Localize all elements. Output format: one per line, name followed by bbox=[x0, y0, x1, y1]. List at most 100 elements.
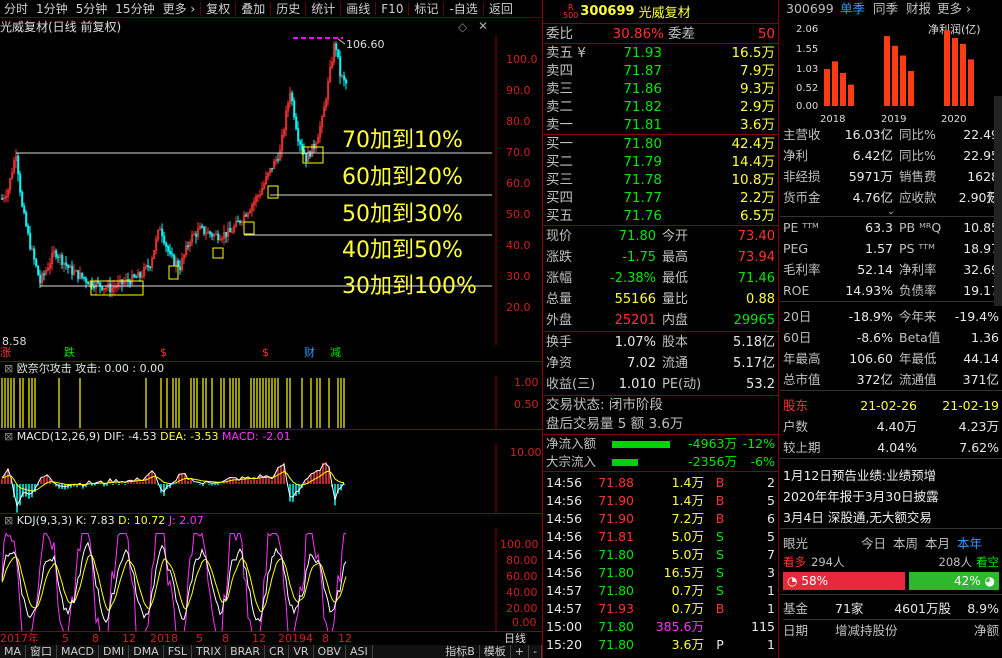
tab-month[interactable]: 本月 bbox=[925, 533, 957, 554]
tab-5min[interactable]: 5分钟 bbox=[72, 0, 112, 17]
ask-row[interactable]: 卖二 71.82 2.9万 bbox=[546, 98, 775, 116]
candle-body bbox=[109, 283, 112, 293]
trade-row: 14:56 71.81 5.0万 S 5 bbox=[546, 528, 775, 546]
mark-button[interactable]: 标记 bbox=[410, 0, 442, 17]
event-rise[interactable]: 涨 bbox=[0, 346, 11, 360]
overlay-button[interactable]: 叠加 bbox=[237, 0, 269, 17]
tab-macd[interactable]: MACD bbox=[57, 645, 99, 658]
event-reduce[interactable]: 减 bbox=[330, 346, 341, 360]
ask-price: 71.93 bbox=[623, 45, 662, 61]
tab-fsl[interactable]: FSL bbox=[164, 645, 192, 658]
gear-icon[interactable]: ⊠ bbox=[4, 362, 13, 375]
news-item[interactable]: 3月4日 深股通,无大额交易 bbox=[783, 507, 999, 528]
tab-cr[interactable]: CR bbox=[265, 645, 290, 658]
candle-body bbox=[149, 266, 152, 269]
separator bbox=[305, 2, 307, 15]
macd-panel[interactable]: ⊠ MACD(12,26,9) DIF: -4.53 DEA: -3.53 MA… bbox=[0, 429, 542, 513]
event-finance[interactable]: 财 bbox=[304, 346, 315, 360]
candle-body bbox=[297, 128, 300, 142]
tab-dmi[interactable]: DMI bbox=[99, 645, 130, 658]
zoom-in-button[interactable]: + bbox=[511, 645, 530, 658]
bear-bar[interactable]: 42% ◕ bbox=[909, 572, 999, 590]
tab-report[interactable]: 财报 bbox=[906, 0, 931, 18]
remove-watchlist-button[interactable]: -自选 bbox=[445, 0, 481, 17]
trade-row: 14:56 71.88 1.4万 B 2 bbox=[546, 474, 775, 492]
tab-obv[interactable]: OBV bbox=[314, 645, 346, 658]
tab-dma[interactable]: DMA bbox=[129, 645, 164, 658]
draw-line-button[interactable]: 画线 bbox=[342, 0, 374, 17]
bid-row[interactable]: 买三 71.78 10.8万 bbox=[546, 171, 775, 189]
tab-week[interactable]: 本周 bbox=[893, 533, 925, 554]
ask-row[interactable]: 卖四 71.87 7.9万 bbox=[546, 62, 775, 80]
period-label[interactable]: 日线 bbox=[504, 632, 526, 646]
gear-icon[interactable]: ⊠ bbox=[4, 430, 13, 443]
scrollbar[interactable] bbox=[994, 96, 1002, 306]
trade-price: 71.90 bbox=[598, 511, 634, 526]
candle-body bbox=[187, 245, 190, 247]
kdj-panel[interactable]: ⊠ KDJ(9,3,3) K: 7.83 D: 10.72 J: 2.07 10… bbox=[0, 513, 542, 631]
bid-row[interactable]: 买二 71.79 14.4万 bbox=[546, 153, 775, 171]
performance-label: 今年来 bbox=[898, 309, 937, 324]
bid-row[interactable]: 买一 71.80 42.4万 bbox=[546, 135, 775, 153]
expand-chevron-icon[interactable]: ⌄ bbox=[780, 208, 1002, 217]
weibi-row: 委比 30.86% 委差 50 bbox=[543, 24, 778, 44]
tab-brar[interactable]: BRAR bbox=[226, 645, 266, 658]
ask-row[interactable]: 卖一 71.81 3.6万 bbox=[546, 116, 775, 134]
tab-15min[interactable]: 15分钟 bbox=[111, 0, 158, 17]
f10-button[interactable]: F10 bbox=[377, 0, 407, 17]
more-periods-button[interactable]: 更多 › bbox=[159, 0, 200, 17]
event-fall[interactable]: 跌 bbox=[64, 346, 75, 360]
news-item[interactable]: 2020年年报于3月30日披露 bbox=[783, 486, 999, 507]
candle-body bbox=[161, 228, 164, 237]
bid-row[interactable]: 买四 71.77 2.2万 bbox=[546, 189, 775, 207]
tab-trix[interactable]: TRIX bbox=[192, 645, 227, 658]
event-dividend[interactable]: $ bbox=[262, 346, 269, 360]
more-button[interactable]: 更多 › bbox=[937, 0, 971, 18]
ask-label: 卖二 bbox=[546, 99, 573, 115]
history-button[interactable]: 历史 bbox=[272, 0, 304, 17]
tab-indicator-b[interactable]: 指标B bbox=[441, 645, 480, 658]
bid-volume: 2.2万 bbox=[740, 190, 775, 206]
net-inflow-pct: -12% bbox=[742, 436, 775, 451]
ocaer-bars bbox=[1, 378, 345, 428]
performance-label: 总市值 bbox=[783, 372, 821, 387]
tab-fenshi[interactable]: 分时 bbox=[0, 0, 32, 17]
time-tick: 2017年 bbox=[0, 632, 39, 645]
tab-template[interactable]: 模板 bbox=[480, 645, 511, 658]
trade-volume: 3.6万 bbox=[671, 637, 704, 652]
valuation-value: 52.14 bbox=[857, 262, 893, 277]
tab-ma[interactable]: MA bbox=[0, 645, 27, 658]
stats-button[interactable]: 统计 bbox=[307, 0, 339, 17]
bid-row[interactable]: 买五 71.76 6.5万 bbox=[546, 207, 775, 225]
bull-bar[interactable]: ◔ 58% bbox=[783, 572, 906, 590]
kline-chart[interactable]: 106.60 100.0 90.0 80.0 70.0 60.0 50.0 40… bbox=[0, 35, 542, 345]
ocaer-panel[interactable]: ⊠ 欧奈尔攻击 攻击: 0.00 : 0.00 1.00 0.50 bbox=[0, 361, 542, 429]
event-dividend[interactable]: $ bbox=[160, 346, 167, 360]
tab-vr[interactable]: VR bbox=[289, 645, 314, 658]
separator bbox=[375, 2, 377, 15]
gear-icon[interactable]: ⊠ bbox=[4, 514, 13, 527]
trade-direction: B bbox=[715, 475, 725, 490]
settings-diamond-icon[interactable]: ◇ bbox=[458, 20, 467, 34]
back-button[interactable]: 返回 bbox=[485, 0, 517, 17]
tab-asi[interactable]: ASI bbox=[346, 645, 373, 658]
tab-today[interactable]: 今日 bbox=[861, 533, 893, 554]
tab-1min[interactable]: 1分钟 bbox=[32, 0, 72, 17]
news-item[interactable]: 1月12日预告业绩:业绩预增 bbox=[783, 465, 999, 486]
tab-single-quarter[interactable]: 单季 bbox=[840, 0, 865, 18]
tab-window[interactable]: 窗口 bbox=[26, 645, 58, 658]
profit-bar bbox=[944, 30, 950, 107]
tab-same-quarter[interactable]: 同季 bbox=[873, 0, 898, 18]
trade-row: 14:56 71.80 16.5万 S 3 bbox=[546, 564, 775, 582]
price-tick: 20.0 bbox=[506, 301, 531, 314]
separator bbox=[200, 2, 202, 15]
ask-row[interactable]: 卖五 ¥ 71.93 16.5万 bbox=[546, 44, 775, 62]
profit-bar bbox=[824, 69, 830, 106]
close-icon[interactable]: ✕ bbox=[478, 19, 488, 33]
annotation: 60加到20% bbox=[342, 165, 463, 190]
tab-year[interactable]: 本年 bbox=[957, 533, 982, 554]
restore-rights-button[interactable]: 复权 bbox=[202, 0, 234, 17]
ask-row[interactable]: 卖三 71.86 9.3万 bbox=[546, 80, 775, 98]
holders-row-label: 户数 bbox=[783, 419, 809, 434]
zoom-out-button[interactable]: - bbox=[529, 645, 542, 658]
